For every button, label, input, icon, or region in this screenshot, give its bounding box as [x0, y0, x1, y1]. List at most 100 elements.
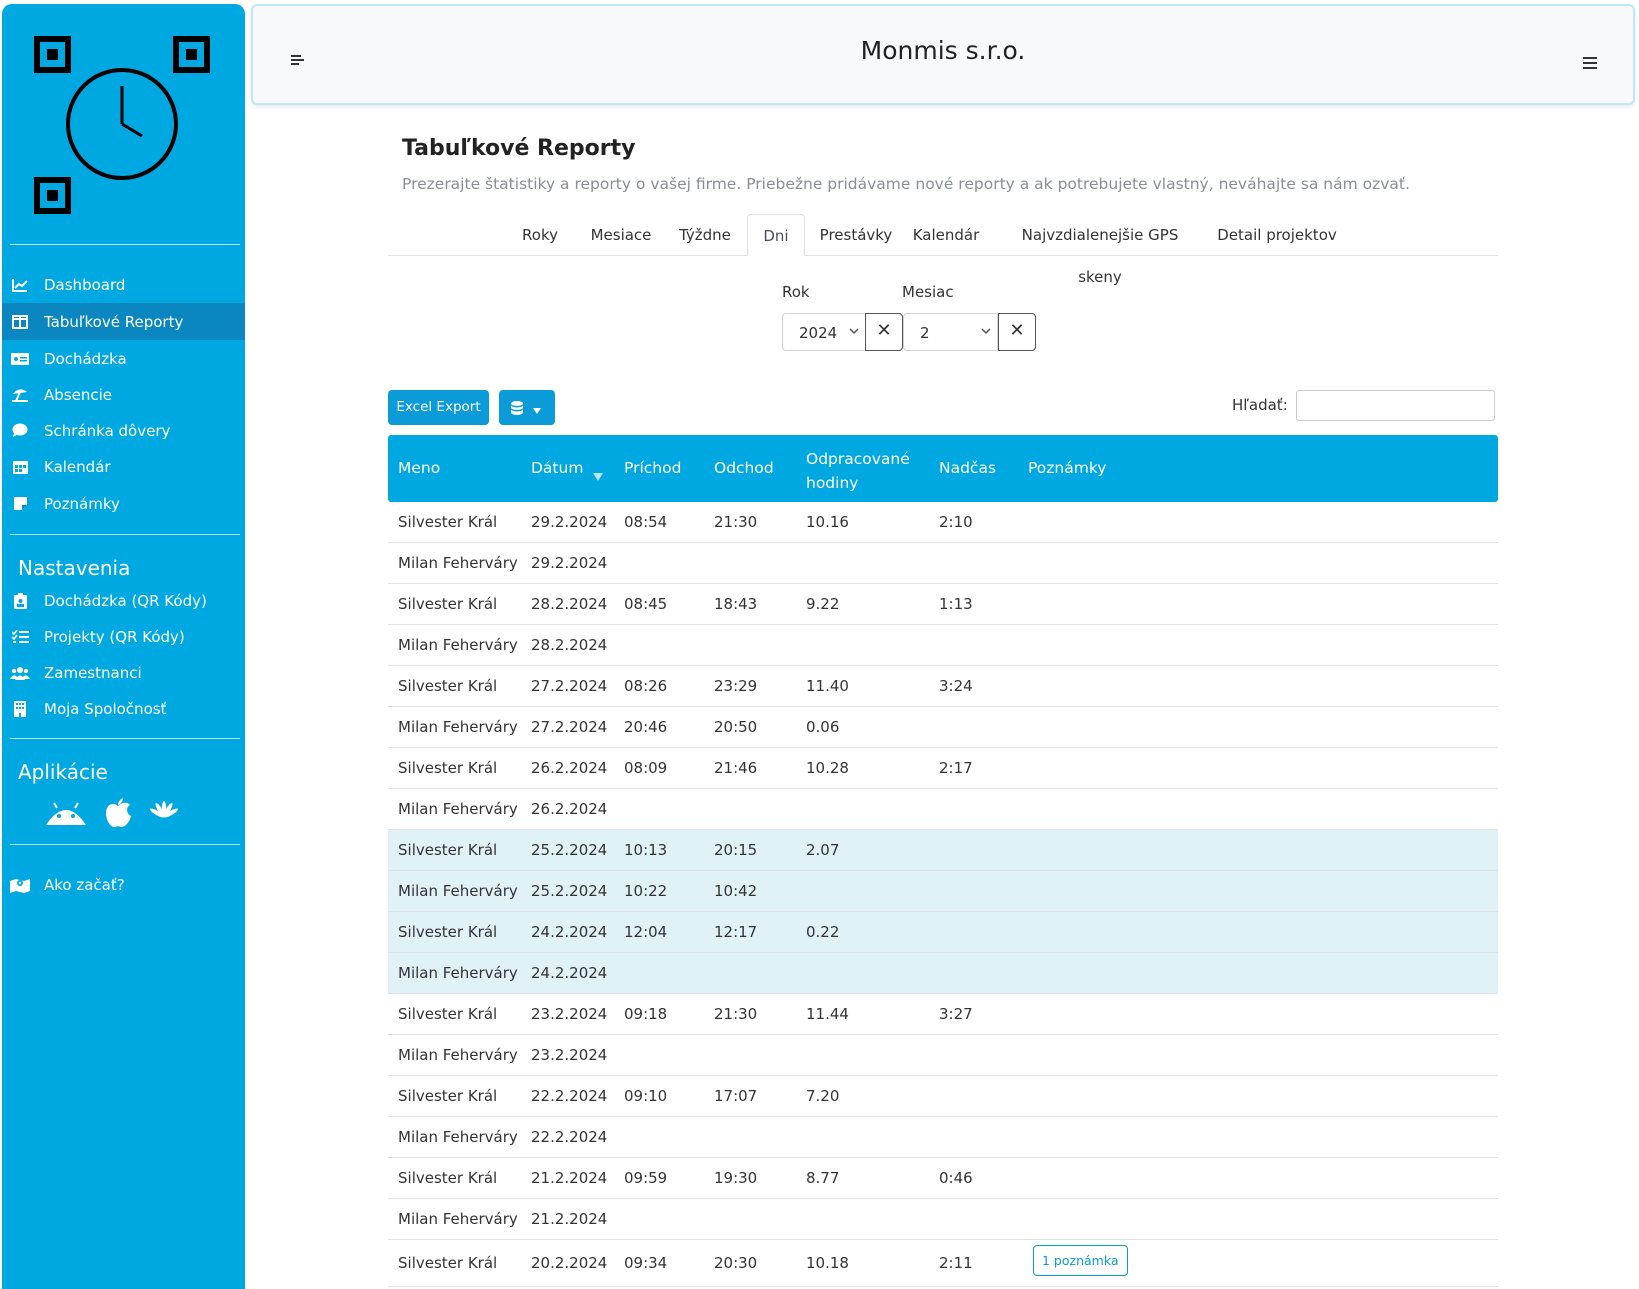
- column-header-meno[interactable]: Meno: [398, 459, 440, 477]
- table-cell: 3:27: [939, 1005, 973, 1023]
- table-body: Silvester Král 29.2.2024 08:54 21:30 10.16 2:…: [388, 502, 1498, 1287]
- table-cell: 0:46: [939, 1169, 973, 1187]
- caret-down-icon: [533, 399, 541, 418]
- sidebar-item-projekty-qr[interactable]: Projekty (QR Kódy): [2, 618, 245, 655]
- table-cell: Silvester Král: [398, 923, 498, 941]
- sidebar-item-dochadzka[interactable]: Dochádzka: [2, 340, 245, 377]
- month-clear-button[interactable]: ✕: [998, 313, 1036, 351]
- table-cell: Milan Feherváry: [398, 1046, 518, 1064]
- column-header-prichod[interactable]: Príchod: [624, 459, 681, 477]
- table-row: Silvester Král 26.2.2024 08:09 21:46 10.28 2:…: [388, 748, 1498, 789]
- column-header-odchod[interactable]: Odchod: [714, 459, 774, 477]
- comment-icon: [10, 423, 30, 439]
- tab-roky[interactable]: Roky: [510, 214, 570, 256]
- table-cell: Silvester Král: [398, 759, 498, 777]
- table-cell: 23:29: [714, 677, 758, 695]
- search-input[interactable]: [1296, 390, 1495, 421]
- table-cell: 20.2.2024: [531, 1254, 608, 1272]
- table-cell: 0.06: [806, 718, 840, 736]
- android-icon[interactable]: [46, 801, 86, 829]
- sidebar-item-dashboard[interactable]: Dashboard: [2, 266, 245, 303]
- sidebar-item-moja-spolocnost[interactable]: Moja Spoločnosť: [2, 690, 245, 727]
- tab-mesiace[interactable]: Mesiace: [578, 214, 664, 256]
- table-cell: 24.2.2024: [531, 923, 608, 941]
- table-cell: 09:59: [624, 1169, 668, 1187]
- table-cell: 21:30: [714, 1005, 758, 1023]
- month-label: Mesiac: [902, 283, 954, 301]
- sidebar-item-absencie[interactable]: Absencie: [2, 376, 245, 413]
- company-title: Monmis s.r.o.: [860, 36, 1026, 65]
- tab-detail-projektov[interactable]: Detail projektov: [1214, 214, 1340, 256]
- sidebar-item-ako-zacat[interactable]: Ako začať?: [2, 866, 245, 903]
- table-cell: 25.2.2024: [531, 882, 608, 900]
- table-cell: Milan Feherváry: [398, 636, 518, 654]
- table-cell: 24.2.2024: [531, 964, 608, 982]
- table-cell: 10.16: [806, 513, 849, 531]
- tab-tyzdne[interactable]: Týždne: [670, 214, 740, 256]
- month-select[interactable]: 2: [903, 313, 998, 351]
- tab-kalendar[interactable]: Kalendár: [906, 214, 986, 256]
- column-header-datum[interactable]: Dátum: [531, 459, 603, 481]
- sidebar-item-kalendar[interactable]: Kalendár: [2, 448, 245, 485]
- sidebar-item-label: Ako začať?: [44, 875, 125, 894]
- sidebar-divider: [10, 738, 240, 739]
- table-cell: 28.2.2024: [531, 636, 608, 654]
- report-table: Meno Dátum Príchod Odchod Odpracované ho…: [388, 435, 1498, 1287]
- year-label: Rok: [782, 283, 810, 301]
- column-visibility-button[interactable]: [499, 390, 555, 425]
- table-cell: 2:17: [939, 759, 973, 777]
- table-cell: Silvester Král: [398, 1087, 498, 1105]
- column-header-odpracovane-hodiny[interactable]: Odpracované hodiny: [806, 447, 916, 495]
- excel-export-button[interactable]: Excel Export: [388, 390, 489, 425]
- table-cell: Silvester Král: [398, 1254, 498, 1272]
- table-cell: 3:24: [939, 677, 973, 695]
- table-cell: 10:22: [624, 882, 668, 900]
- column-header-nadcas[interactable]: Nadčas: [939, 459, 996, 477]
- table-cell: Silvester Král: [398, 1005, 498, 1023]
- column-header-poznamky[interactable]: Poznámky: [1028, 459, 1106, 477]
- chart-line-icon: [10, 277, 30, 293]
- table-cell: 08:09: [624, 759, 668, 777]
- table-cell: 8.77: [806, 1169, 840, 1187]
- table-icon: [10, 314, 30, 330]
- year-clear-button[interactable]: ✕: [865, 313, 903, 351]
- sidebar-divider: [10, 844, 240, 845]
- id-card-icon: [10, 351, 30, 367]
- table-cell: 9.22: [806, 595, 840, 613]
- sidebar: Dashboard Tabuľkové Reporty Dochádzka Ab…: [2, 4, 245, 1289]
- page-subtitle: Prezerajte štatistiky a reporty o vašej …: [402, 175, 1410, 193]
- apple-icon[interactable]: [104, 798, 132, 832]
- huawei-icon[interactable]: [150, 801, 178, 829]
- table-row: Silvester Král 25.2.2024 10:13 20:15 2.07: [388, 830, 1498, 871]
- chevron-down-icon: [981, 325, 991, 338]
- table-cell: 1:13: [939, 595, 973, 613]
- table-cell: 26.2.2024: [531, 800, 608, 818]
- menu-icon[interactable]: [1583, 50, 1597, 74]
- table-cell: Milan Feherváry: [398, 1210, 518, 1228]
- sidebar-item-label: Projekty (QR Kódy): [44, 627, 185, 646]
- table-cell: 18:43: [714, 595, 758, 613]
- table-cell: 09:34: [624, 1254, 668, 1272]
- table-cell: Silvester Král: [398, 595, 498, 613]
- note-badge-button[interactable]: 1 poznámka: [1033, 1245, 1128, 1276]
- sidebar-item-zamestnanci[interactable]: Zamestnanci: [2, 654, 245, 691]
- table-cell: 21.2.2024: [531, 1210, 608, 1228]
- table-cell: 23.2.2024: [531, 1046, 608, 1064]
- sidebar-item-schranka-dovery[interactable]: Schránka dôvery: [2, 412, 245, 449]
- tab-dni[interactable]: Dni: [747, 214, 805, 256]
- table-header: Meno Dátum Príchod Odchod Odpracované ho…: [388, 435, 1498, 502]
- app-logo[interactable]: [2, 4, 245, 244]
- tab-prestavky[interactable]: Prestávky: [813, 214, 899, 256]
- sidebar-item-poznamky[interactable]: Poznámky: [2, 485, 245, 522]
- tab-gps-skeny[interactable]: Najvzdialenejšie GPS skeny: [999, 214, 1201, 286]
- sidebar-item-tabulkove-reporty[interactable]: Tabuľkové Reporty: [2, 303, 245, 340]
- table-cell: 11.40: [806, 677, 849, 695]
- sidebar-item-label: Poznámky: [44, 494, 120, 513]
- sidebar-item-dochadzka-qr[interactable]: Dochádzka (QR Kódy): [2, 582, 245, 619]
- year-select[interactable]: 2024: [782, 313, 866, 351]
- table-cell: 21:30: [714, 513, 758, 531]
- table-cell: 08:54: [624, 513, 668, 531]
- table-cell: 21:46: [714, 759, 758, 777]
- table-row: Milan Feherváry 26.2.2024: [388, 789, 1498, 830]
- table-row: Silvester Král 21.2.2024 09:59 19:30 8.77 0:4…: [388, 1158, 1498, 1199]
